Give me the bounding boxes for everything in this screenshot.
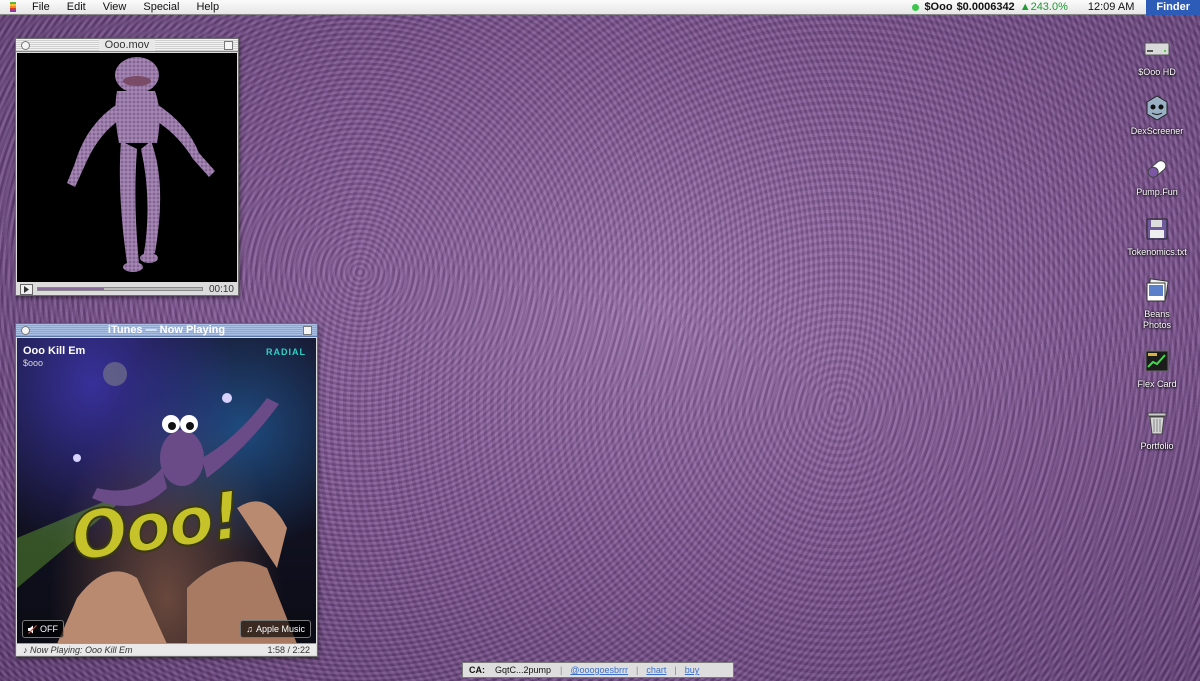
live-dot-icon (912, 3, 920, 11)
active-app-finder[interactable]: Finder (1146, 0, 1200, 15)
desktop-icon-label: Flex Card (1137, 379, 1177, 389)
menubar-status: $Ooo $0.0006342 ▲243.0% 12:09 AM Finder (912, 0, 1200, 15)
movie-video[interactable] (17, 53, 237, 282)
desktop-icon-tokenomics[interactable]: Tokenomics.txt (1117, 214, 1197, 258)
scrubber-progress (38, 288, 104, 290)
desktop-icon-flex-card[interactable]: Flex Card (1117, 346, 1197, 390)
muted-speaker-icon (28, 624, 37, 634)
twitter-link[interactable]: @ooogoesbrrr (570, 665, 628, 675)
mute-toggle-button[interactable]: OFF (22, 620, 64, 638)
chart-card-icon (1142, 346, 1172, 376)
itunes-window: iTunes — Now Playing Ooo Kill Em $ooo RA… (15, 323, 318, 657)
apple-music-button[interactable]: ♫ Apple Music (240, 620, 311, 638)
movie-window: Ooo.mov 00:10 (15, 38, 239, 296)
ticker-symbol: $Ooo (924, 1, 953, 13)
apple-menu-icon[interactable] (8, 2, 18, 12)
desktop-icon-label: Tokenomics.txt (1127, 247, 1187, 257)
desktop-icon-label: DexScreener (1130, 126, 1184, 136)
zoom-icon[interactable] (224, 41, 233, 50)
desktop-icon-label: Beans Photos (1142, 309, 1172, 330)
puppet-figure-image (67, 57, 215, 272)
now-playing-label: Now Playing: Ooo Kill Em (30, 644, 133, 655)
close-icon[interactable] (21, 41, 30, 50)
movie-titlebar[interactable]: Ooo.mov (16, 39, 238, 52)
track-artist: $ooo (23, 358, 44, 368)
contract-address-bar: CA: GqtC...2pump | @ooogoesbrrr | chart … (462, 662, 734, 678)
movie-controls: 00:10 (17, 283, 237, 295)
menu-edit[interactable]: Edit (67, 1, 86, 13)
photos-icon (1142, 276, 1172, 306)
desktop-icon-label: $Ooo HD (1138, 67, 1176, 77)
menu-help[interactable]: Help (196, 1, 219, 13)
desktop-icon-portfolio[interactable]: Portfolio (1117, 408, 1197, 452)
play-button[interactable] (20, 283, 33, 295)
zoom-icon[interactable] (303, 326, 312, 335)
itunes-titlebar[interactable]: iTunes — Now Playing (16, 324, 317, 337)
menu-file[interactable]: File (32, 1, 50, 13)
ca-label: CA: (469, 665, 485, 675)
floppy-disk-icon (1142, 214, 1172, 244)
itunes-status-bar: ♪ Now Playing: Ooo Kill Em 1:58 / 2:22 (17, 643, 316, 655)
movie-scrubber[interactable] (37, 287, 203, 291)
mute-label: OFF (40, 624, 58, 634)
buy-link[interactable]: buy (685, 665, 700, 675)
ticker-price: $0.0006342 (956, 1, 1015, 13)
desktop-icon-dexscreener[interactable]: DexScreener (1117, 93, 1197, 137)
divider: | (674, 665, 677, 675)
desktop-icon-pumpfun[interactable]: Pump.Fun (1117, 154, 1197, 198)
movie-time: 00:10 (208, 283, 234, 295)
hard-drive-icon (1142, 34, 1172, 64)
menubar: File Edit View Special Help $Ooo $0.0006… (0, 0, 1200, 15)
dexscreener-icon (1142, 93, 1172, 123)
now-playing-text: ♪ Now Playing: Ooo Kill Em (23, 644, 133, 655)
apple-music-label: Apple Music (255, 624, 305, 634)
close-icon[interactable] (21, 326, 30, 335)
divider: | (560, 665, 563, 675)
station-label: RADIAL (266, 347, 306, 357)
play-icon (24, 285, 29, 293)
playback-time: 1:58 / 2:22 (267, 644, 310, 655)
movie-title: Ooo.mov (98, 39, 156, 51)
chart-link[interactable]: chart (646, 665, 666, 675)
desktop-icon-label: Portfolio (1140, 441, 1174, 451)
track-title: Ooo Kill Em (23, 345, 86, 357)
album-art: Ooo Kill Em $ooo RADIAL Ooo! OFF ♫ Apple… (17, 338, 316, 644)
desktop-icon-hd[interactable]: $Ooo HD (1117, 34, 1197, 78)
itunes-title: iTunes — Now Playing (107, 324, 226, 336)
ticker-change: ▲243.0% (1019, 1, 1068, 13)
divider: | (636, 665, 639, 675)
ca-address[interactable]: GqtC...2pump (495, 665, 551, 675)
music-note-icon: ♫ (246, 624, 253, 634)
menubar-clock[interactable]: 12:09 AM (1088, 1, 1134, 13)
menu-special[interactable]: Special (143, 1, 179, 13)
menu-view[interactable]: View (103, 1, 127, 13)
trash-icon (1142, 408, 1172, 438)
desktop-icon-label: Pump.Fun (1136, 187, 1178, 197)
pill-icon (1142, 154, 1172, 184)
desktop-icon-beans-photos[interactable]: Beans Photos (1117, 276, 1197, 331)
